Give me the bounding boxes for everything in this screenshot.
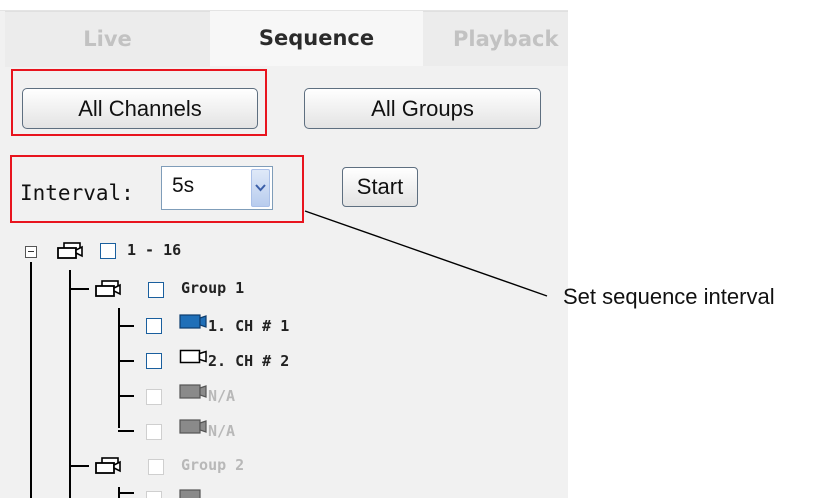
annotation-label: Set sequence interval xyxy=(563,284,775,309)
annotation-pointer-line xyxy=(304,210,548,297)
